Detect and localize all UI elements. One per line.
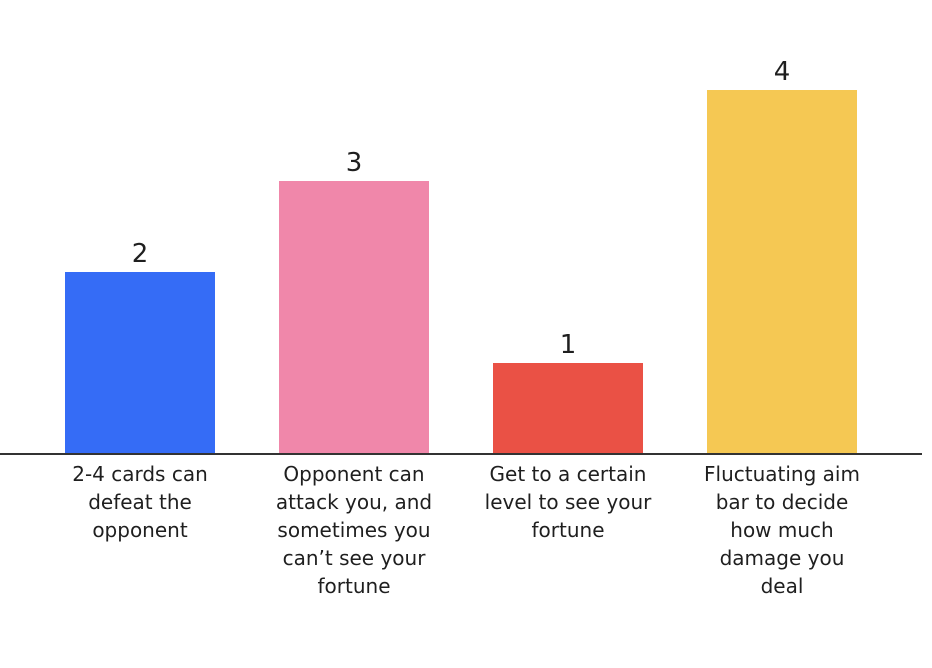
category-label-1: 2-4 cards can defeat the opponent: [72, 462, 208, 542]
category-label-3: Get to a certain level to see your fortu…: [484, 462, 652, 542]
category-label-2: Opponent can attack you, and sometimes y…: [275, 462, 433, 598]
bars-layer: [65, 90, 857, 454]
bar-1: [65, 272, 215, 454]
value-labels-layer: 2 3 1 4: [132, 57, 791, 360]
value-label-2: 3: [346, 148, 363, 178]
bar-3: [493, 363, 643, 454]
value-label-1: 2: [132, 239, 149, 269]
value-label-3: 1: [560, 330, 577, 360]
bar-chart: 2 3 1 4 2-4 cards can defeat the opponent Op…: [0, 0, 932, 664]
bar-2: [279, 181, 429, 454]
category-label-4: Fluctuating aim bar to decide how much d…: [704, 462, 860, 598]
bar-4: [707, 90, 857, 454]
value-label-4: 4: [774, 57, 791, 87]
